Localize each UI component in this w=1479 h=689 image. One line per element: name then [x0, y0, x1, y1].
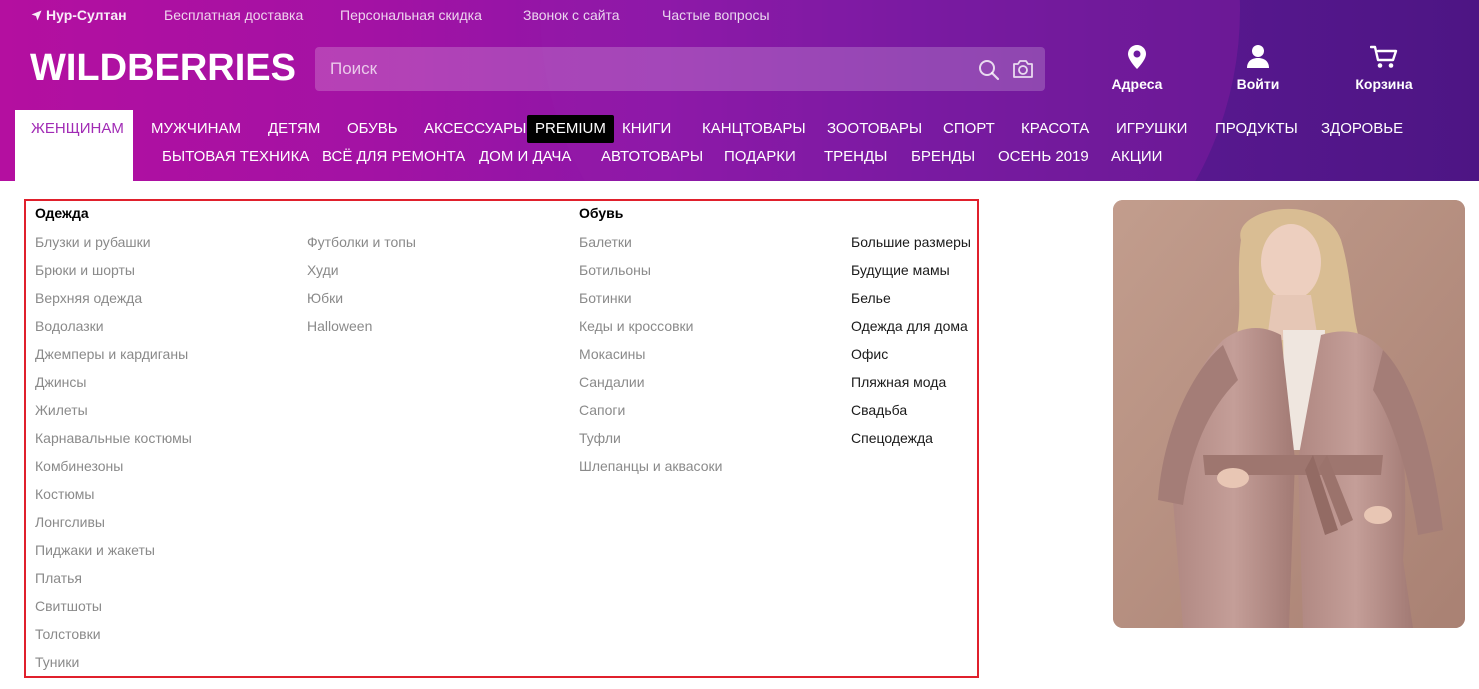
collection-link[interactable]: Большие размеры — [851, 234, 971, 250]
category-link[interactable]: Halloween — [307, 318, 372, 334]
menu-pets[interactable]: ЗООТОВАРЫ — [827, 120, 922, 138]
search-bar — [315, 47, 1045, 91]
menu-beauty[interactable]: КРАСОТА — [1021, 120, 1089, 138]
map-pin-icon — [1128, 45, 1146, 69]
category-link[interactable]: Пиджаки и жакеты — [35, 542, 155, 558]
camera-search-icon[interactable] — [1012, 59, 1034, 79]
free-delivery-link[interactable]: Бесплатная доставка — [164, 7, 303, 23]
cart-icon — [1370, 45, 1398, 68]
faq-link[interactable]: Частые вопросы — [662, 7, 770, 23]
category-link[interactable]: Ботильоны — [579, 262, 651, 278]
category-link[interactable]: Джинсы — [35, 374, 86, 390]
collection-link[interactable]: Одежда для дома — [851, 318, 968, 334]
menu-premium[interactable]: PREMIUM — [527, 115, 614, 143]
menu-men[interactable]: МУЖЧИНАМ — [151, 120, 241, 138]
user-icon — [1247, 45, 1269, 68]
menu-food[interactable]: ПРОДУКТЫ — [1215, 120, 1298, 138]
menu-accessories[interactable]: АКСЕССУАРЫ — [424, 120, 526, 138]
personal-discount-link[interactable]: Персональная скидка — [340, 7, 482, 23]
city-name: Нур-Султан — [46, 7, 127, 23]
clothing-heading[interactable]: Одежда — [35, 205, 89, 221]
category-link[interactable]: Брюки и шорты — [35, 262, 135, 278]
menu-shoes[interactable]: ОБУВЬ — [347, 120, 398, 138]
category-link[interactable]: Лонгсливы — [35, 514, 105, 530]
category-link[interactable]: Кеды и кроссовки — [579, 318, 694, 334]
category-link[interactable]: Комбинезоны — [35, 458, 123, 474]
collection-link[interactable]: Спецодежда — [851, 430, 933, 446]
menu-sport[interactable]: СПОРТ — [943, 120, 995, 138]
category-link[interactable]: Юбки — [307, 290, 343, 306]
menu-auto[interactable]: АВТОТОВАРЫ — [601, 148, 703, 166]
category-link[interactable]: Толстовки — [35, 626, 101, 642]
promo-banner-image[interactable] — [1113, 200, 1465, 628]
collection-link[interactable]: Пляжная мода — [851, 374, 946, 390]
top-bar: Нур-Султан Бесплатная доставка Персональ… — [0, 0, 1479, 30]
addresses-button[interactable]: Адреса — [1092, 44, 1182, 92]
menu-gifts[interactable]: ПОДАРКИ — [724, 148, 796, 166]
menu-autumn-2019[interactable]: ОСЕНЬ 2019 — [998, 148, 1089, 166]
menu-home-garden[interactable]: ДОМ И ДАЧА — [479, 148, 571, 166]
cart-button[interactable]: Корзина — [1339, 44, 1429, 92]
collection-link[interactable]: Будущие мамы — [851, 262, 950, 278]
site-logo[interactable]: WILDBERRIES — [30, 47, 296, 90]
login-button[interactable]: Войти — [1213, 44, 1303, 92]
category-link[interactable]: Верхняя одежда — [35, 290, 142, 306]
category-link[interactable]: Футболки и топы — [307, 234, 416, 250]
category-link[interactable]: Туфли — [579, 430, 621, 446]
search-input[interactable] — [315, 47, 965, 91]
menu-sales[interactable]: АКЦИИ — [1111, 148, 1162, 166]
site-header: Нур-Султан Бесплатная доставка Персональ… — [0, 0, 1479, 181]
search-icon[interactable] — [978, 59, 1000, 81]
category-link[interactable]: Балетки — [579, 234, 632, 250]
callback-link[interactable]: Звонок с сайта — [523, 7, 620, 23]
cart-label: Корзина — [1355, 76, 1413, 92]
category-link[interactable]: Сапоги — [579, 402, 625, 418]
category-link[interactable]: Свитшоты — [35, 598, 102, 614]
category-link[interactable]: Туники — [35, 654, 79, 670]
category-link[interactable]: Джемперы и кардиганы — [35, 346, 188, 362]
menu-women[interactable]: ЖЕНЩИНАМ — [15, 110, 133, 181]
category-link[interactable]: Худи — [307, 262, 339, 278]
collection-link[interactable]: Свадьба — [851, 402, 907, 418]
menu-toys[interactable]: ИГРУШКИ — [1116, 120, 1187, 138]
menu-books[interactable]: КНИГИ — [622, 120, 671, 138]
location-arrow-icon — [31, 10, 42, 21]
menu-kids[interactable]: ДЕТЯМ — [268, 120, 320, 138]
menu-stationery[interactable]: КАНЦТОВАРЫ — [702, 120, 806, 138]
category-link[interactable]: Жилеты — [35, 402, 88, 418]
women-dropdown-panel: Одежда Блузки и рубашки Брюки и шорты Ве… — [24, 199, 979, 678]
menu-brands[interactable]: БРЕНДЫ — [911, 148, 975, 166]
city-selector[interactable]: Нур-Султан — [31, 7, 127, 23]
collection-link[interactable]: Офис — [851, 346, 888, 362]
addresses-label: Адреса — [1111, 76, 1163, 92]
category-link[interactable]: Водолазки — [35, 318, 104, 334]
category-link[interactable]: Блузки и рубашки — [35, 234, 151, 250]
menu-trends[interactable]: ТРЕНДЫ — [824, 148, 887, 166]
category-link[interactable]: Ботинки — [579, 290, 632, 306]
menu-repair[interactable]: ВСЁ ДЛЯ РЕМОНТА — [322, 148, 465, 166]
menu-health[interactable]: ЗДОРОВЬЕ — [1321, 120, 1403, 138]
category-link[interactable]: Костюмы — [35, 486, 94, 502]
login-label: Войти — [1236, 76, 1280, 92]
category-link[interactable]: Карнавальные костюмы — [35, 430, 192, 446]
category-link[interactable]: Мокасины — [579, 346, 645, 362]
category-link[interactable]: Шлепанцы и аквасоки — [579, 458, 722, 474]
model-in-coat-illustration — [1113, 200, 1465, 628]
menu-appliances[interactable]: БЫТОВАЯ ТЕХНИКА — [162, 148, 309, 166]
category-link[interactable]: Сандалии — [579, 374, 645, 390]
category-link[interactable]: Платья — [35, 570, 82, 586]
collection-link[interactable]: Белье — [851, 290, 891, 306]
shoes-heading[interactable]: Обувь — [579, 205, 623, 221]
